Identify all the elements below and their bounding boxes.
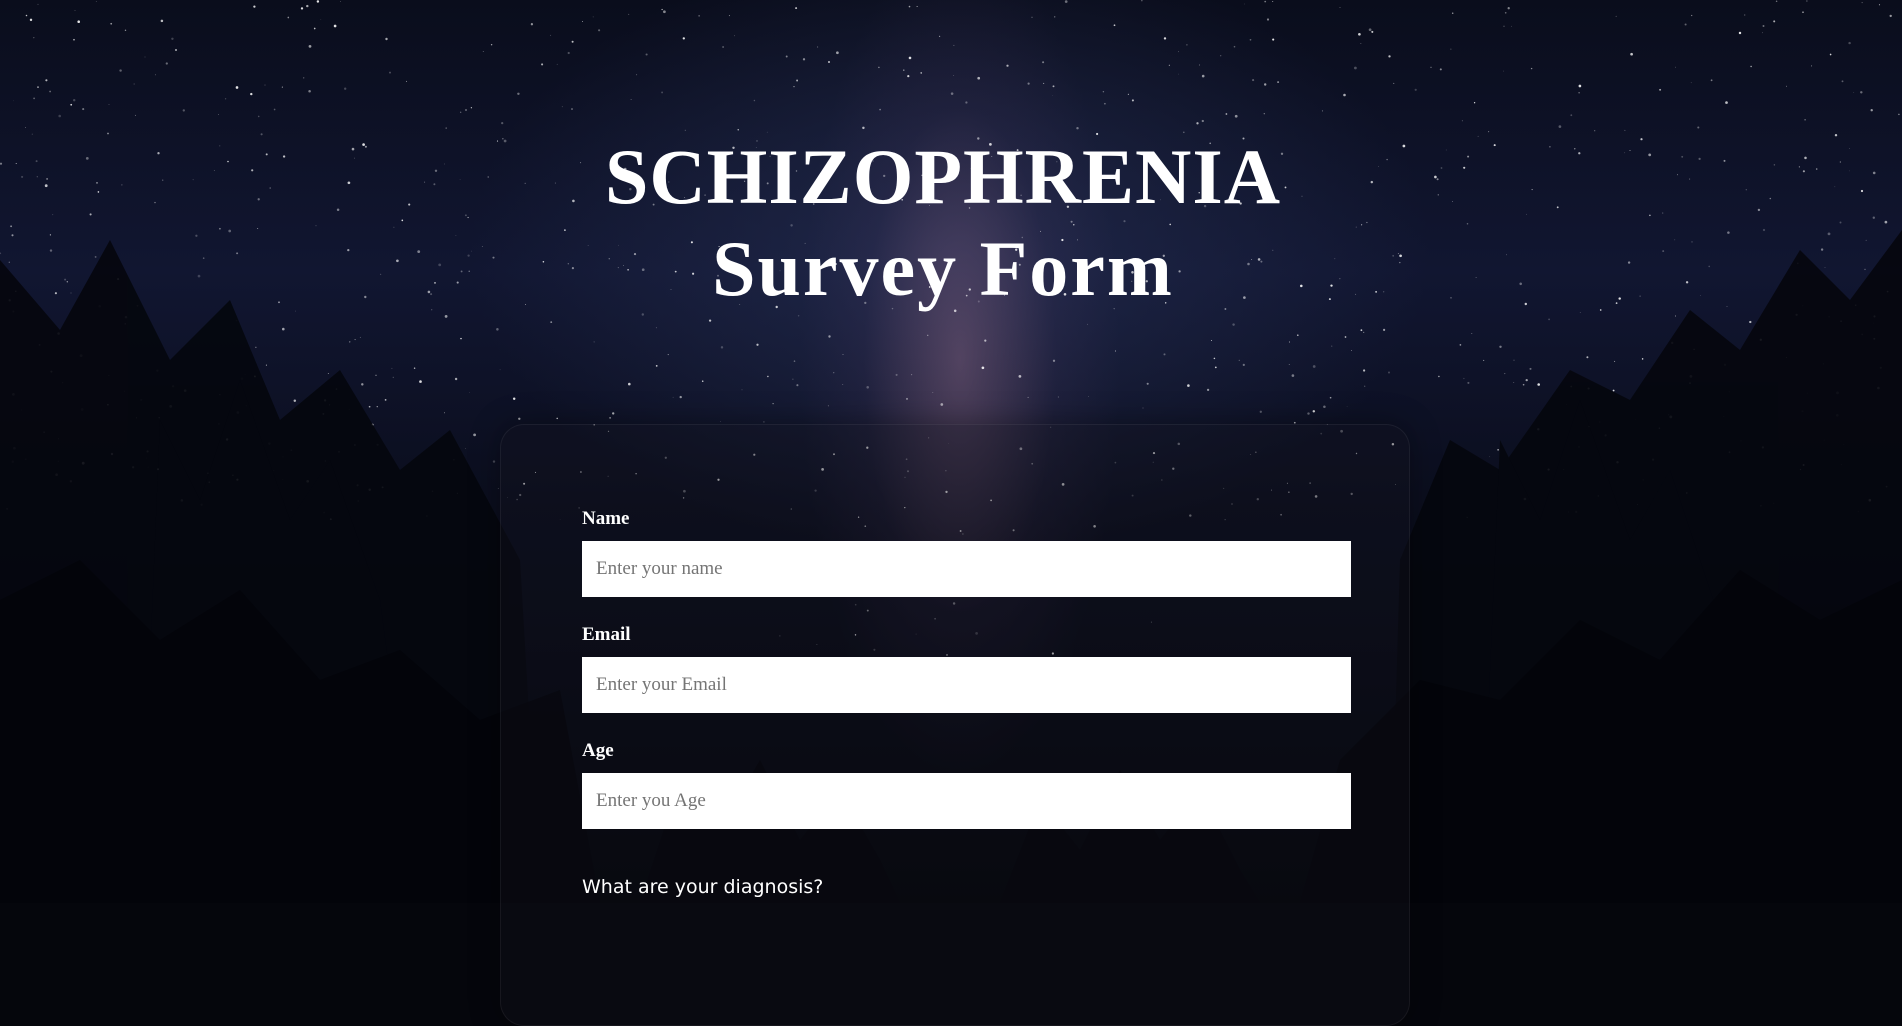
name-input[interactable] [582,541,1351,597]
age-input[interactable] [582,773,1351,829]
diagnosis-question-label: What are your diagnosis? [582,876,824,898]
email-input[interactable] [582,657,1351,713]
name-label: Name [582,508,630,529]
age-label: Age [582,740,614,761]
email-label: Email [582,624,631,645]
survey-form-panel [500,424,1410,1026]
page-title-line1: SCHIZOPHRENIA [604,133,1282,220]
page-title-line2: Survey Form [712,225,1174,312]
